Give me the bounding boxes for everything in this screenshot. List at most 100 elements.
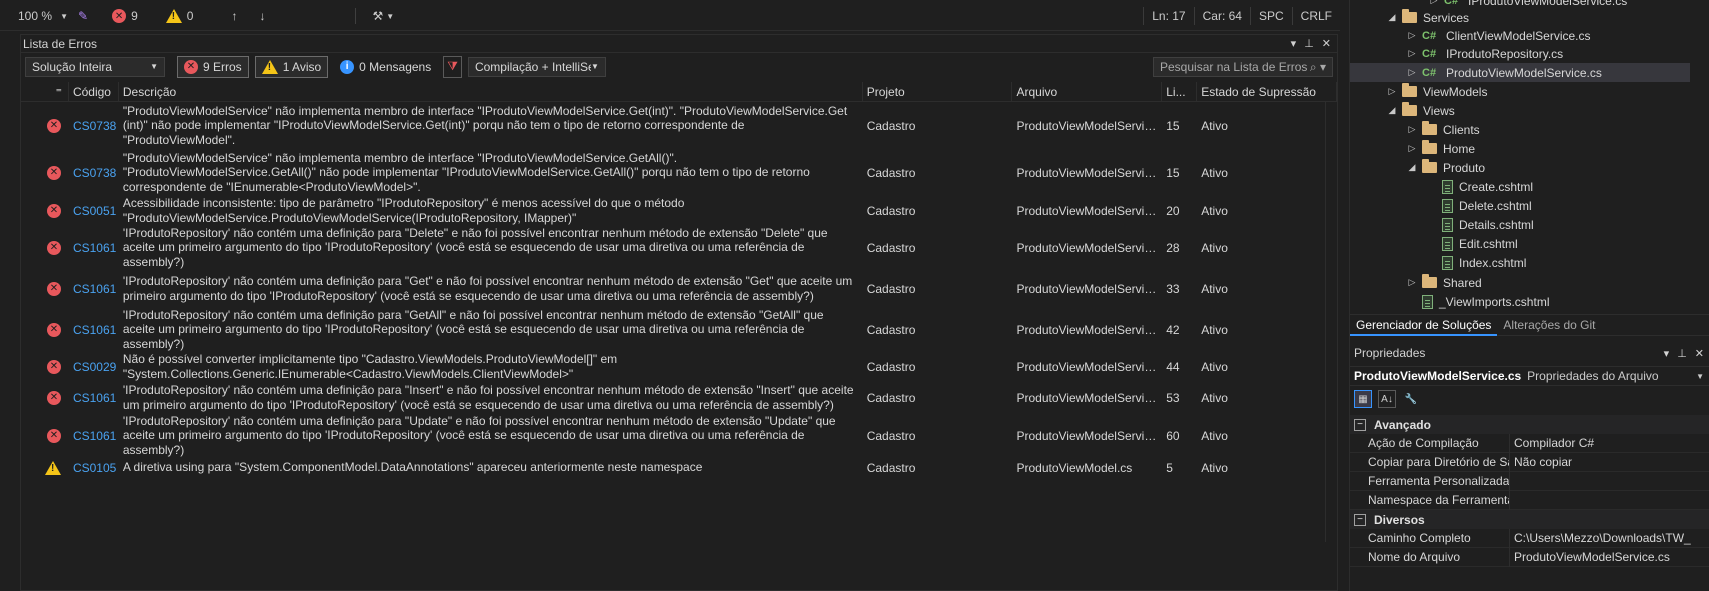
prop-row[interactable]: Ação de Compilação Compilador C# bbox=[1350, 433, 1709, 453]
chevron-right-icon[interactable]: ▷ bbox=[1408, 277, 1416, 288]
csharp-file-icon: C# bbox=[1422, 66, 1437, 79]
prop-row[interactable]: Copiar para Diretório de Saída Não copia… bbox=[1350, 452, 1709, 472]
chevron-right-icon[interactable]: ▷ bbox=[1430, 0, 1438, 6]
error-row[interactable]: ✕ CS0051 Acessibilidade inconsistente: tip… bbox=[21, 196, 1337, 226]
zoom-dropdown[interactable]: 100 % ▼ bbox=[18, 7, 68, 25]
messages-filter-button[interactable]: i 0 Mensagens bbox=[334, 56, 437, 78]
error-code[interactable]: CS0029 bbox=[69, 360, 119, 374]
chevron-right-icon[interactable]: ▷ bbox=[1408, 124, 1416, 135]
chevron-right-icon[interactable]: ▷ bbox=[1408, 30, 1416, 41]
search-input[interactable]: Pesquisar na Lista de Erros ⌕ ▾ bbox=[1153, 57, 1333, 77]
errors-filter-button[interactable]: ✕ 9 Erros bbox=[177, 55, 249, 78]
error-code[interactable]: CS1061 bbox=[69, 323, 119, 337]
chevron-right-icon[interactable]: ▷ bbox=[1408, 48, 1416, 59]
error-row[interactable]: ✕ CS0738 "ProdutoViewModelService" não imp… bbox=[21, 150, 1337, 196]
categorized-icon[interactable]: ▦ bbox=[1354, 390, 1372, 408]
arrow-down-icon[interactable]: ↓ bbox=[259, 7, 265, 25]
tree-item[interactable]: Edit.cshtml bbox=[1350, 234, 1690, 253]
dropdown-icon[interactable]: ▾ bbox=[1664, 347, 1670, 360]
tree-item-label: Home bbox=[1443, 141, 1476, 156]
chevron-right-icon[interactable]: ▷ bbox=[1388, 86, 1396, 97]
tree-item[interactable]: ◢ Views bbox=[1350, 101, 1690, 120]
properties-object-selector[interactable]: ProdutoViewModelService.cs Propriedades … bbox=[1350, 366, 1709, 386]
line-ending-indicator[interactable]: CRLF bbox=[1291, 7, 1340, 25]
filter-icon[interactable]: ⧩ bbox=[443, 55, 462, 78]
tab-solution-explorer[interactable]: Gerenciador de Soluções bbox=[1350, 314, 1498, 336]
dropdown-icon[interactable]: ▾ bbox=[1291, 37, 1297, 50]
chevron-right-icon[interactable]: ▷ bbox=[1408, 67, 1416, 78]
collapse-icon[interactable]: − bbox=[1354, 418, 1366, 431]
prop-row[interactable]: Nome do Arquivo ProdutoViewModelService.… bbox=[1350, 547, 1709, 567]
line-indicator[interactable]: Ln: 17 bbox=[1143, 7, 1193, 25]
category-advanced[interactable]: − Avançado bbox=[1350, 415, 1709, 434]
error-code[interactable]: CS0105 bbox=[69, 461, 119, 475]
sort-icon[interactable]: ⁼ bbox=[21, 81, 69, 102]
collapse-icon[interactable]: − bbox=[1354, 513, 1366, 526]
tree-item[interactable]: ◢ Produto bbox=[1350, 158, 1690, 177]
col-project[interactable]: Projeto bbox=[863, 81, 1013, 102]
tree-item[interactable]: ▷ Home bbox=[1350, 139, 1690, 158]
tree-item[interactable]: ▷ ViewModels bbox=[1350, 82, 1690, 101]
tree-item[interactable]: _ViewImports.cshtml bbox=[1350, 292, 1690, 311]
property-pages-icon[interactable]: 🔧 bbox=[1402, 390, 1420, 408]
error-code[interactable]: CS0738 bbox=[69, 166, 119, 180]
col-description[interactable]: Descrição bbox=[119, 81, 863, 102]
tree-item[interactable]: ▷ C# ProdutoViewModelService.cs bbox=[1350, 63, 1690, 82]
error-description: Acessibilidade inconsistente: tipo de pa… bbox=[122, 196, 685, 225]
error-code[interactable]: CS0051 bbox=[69, 204, 119, 218]
arrow-up-icon[interactable]: ↑ bbox=[231, 7, 237, 25]
prop-row[interactable]: Ferramenta Personalizada bbox=[1350, 471, 1709, 491]
tree-item[interactable]: ◢ Services bbox=[1350, 8, 1690, 27]
error-row[interactable]: ✕ CS0029 Não é possível converter implicit… bbox=[21, 352, 1337, 382]
error-row[interactable]: ✕ CS1061 'IProdutoRepository' não contém u… bbox=[21, 308, 1337, 352]
alphabetical-icon[interactable]: A↓ bbox=[1378, 390, 1396, 408]
error-row[interactable]: ! CS0105 A diretiva using para "System.Com… bbox=[21, 458, 1337, 478]
error-code[interactable]: CS1061 bbox=[69, 391, 119, 405]
col-code[interactable]: Código bbox=[69, 81, 119, 102]
source-dropdown[interactable]: Compilação + IntelliSens ▼ bbox=[467, 56, 606, 77]
tree-item[interactable]: Index.cshtml bbox=[1350, 253, 1690, 272]
brush-icon[interactable]: ✎ bbox=[78, 7, 88, 25]
category-misc[interactable]: − Diversos bbox=[1350, 510, 1709, 529]
col-state[interactable]: Estado de Supressão bbox=[1197, 81, 1337, 102]
error-row[interactable]: ✕ CS1061 'IProdutoRepository' não contém u… bbox=[21, 414, 1337, 458]
error-row[interactable]: ✕ CS1061 'IProdutoRepository' não contém u… bbox=[21, 382, 1337, 414]
tree-item[interactable]: Create.cshtml bbox=[1350, 177, 1690, 196]
tree-item[interactable]: Delete.cshtml bbox=[1350, 196, 1690, 215]
error-line: 20 bbox=[1166, 203, 1180, 218]
vertical-scrollbar[interactable] bbox=[1325, 102, 1337, 542]
error-count[interactable]: ✕ 9 bbox=[112, 7, 138, 25]
warning-count[interactable]: ! 0 bbox=[165, 7, 193, 25]
error-row[interactable]: ✕ CS1061 'IProdutoRepository' não contém u… bbox=[21, 226, 1337, 270]
whitespace-indicator[interactable]: SPC bbox=[1249, 7, 1292, 25]
warnings-filter-button[interactable]: ! 1 Aviso bbox=[254, 55, 329, 78]
close-icon[interactable]: ✕ bbox=[1322, 37, 1331, 50]
tree-item[interactable]: ▷ Clients bbox=[1350, 120, 1690, 139]
error-code[interactable]: CS1061 bbox=[69, 241, 119, 255]
chevron-down-icon[interactable]: ◢ bbox=[1388, 12, 1396, 23]
error-code[interactable]: CS0738 bbox=[69, 119, 119, 133]
pin-icon[interactable]: ⊥ bbox=[1677, 347, 1687, 360]
tab-git-changes[interactable]: Alterações do Git bbox=[1497, 314, 1601, 336]
razor-file-icon bbox=[1442, 179, 1453, 194]
error-code[interactable]: CS1061 bbox=[69, 282, 119, 296]
tree-item[interactable]: Details.cshtml bbox=[1350, 215, 1690, 234]
col-line[interactable]: Li... bbox=[1162, 81, 1198, 102]
chevron-right-icon[interactable]: ▷ bbox=[1408, 143, 1416, 154]
error-code[interactable]: CS1061 bbox=[69, 429, 119, 443]
scope-dropdown[interactable]: Solução Inteira ▼ bbox=[25, 56, 165, 77]
close-icon[interactable]: ✕ bbox=[1695, 347, 1704, 360]
chevron-down-icon[interactable]: ◢ bbox=[1408, 162, 1416, 173]
tree-item[interactable]: ▷ C# ClientViewModelService.cs bbox=[1350, 26, 1690, 45]
tree-item[interactable]: ▷ C# IProdutoRepository.cs bbox=[1350, 44, 1690, 63]
prop-row[interactable]: Namespace da Ferramenta Personalizada bbox=[1350, 490, 1709, 510]
tree-item[interactable]: ▷ Shared bbox=[1350, 273, 1690, 292]
pin-icon[interactable]: ⊥ bbox=[1304, 37, 1314, 50]
error-row[interactable]: ✕ CS0738 "ProdutoViewModelService" não imp… bbox=[21, 102, 1337, 150]
chevron-down-icon[interactable]: ◢ bbox=[1388, 105, 1396, 116]
error-row[interactable]: ✕ CS1061 'IProdutoRepository' não contém u… bbox=[21, 270, 1337, 308]
col-file[interactable]: Arquivo bbox=[1012, 81, 1163, 102]
prop-row[interactable]: Caminho Completo C:\Users\Mezzo\Download… bbox=[1350, 528, 1709, 548]
column-indicator[interactable]: Car: 64 bbox=[1193, 7, 1250, 25]
code-cleanup-icon[interactable]: ⚒ ▼ bbox=[372, 7, 394, 25]
